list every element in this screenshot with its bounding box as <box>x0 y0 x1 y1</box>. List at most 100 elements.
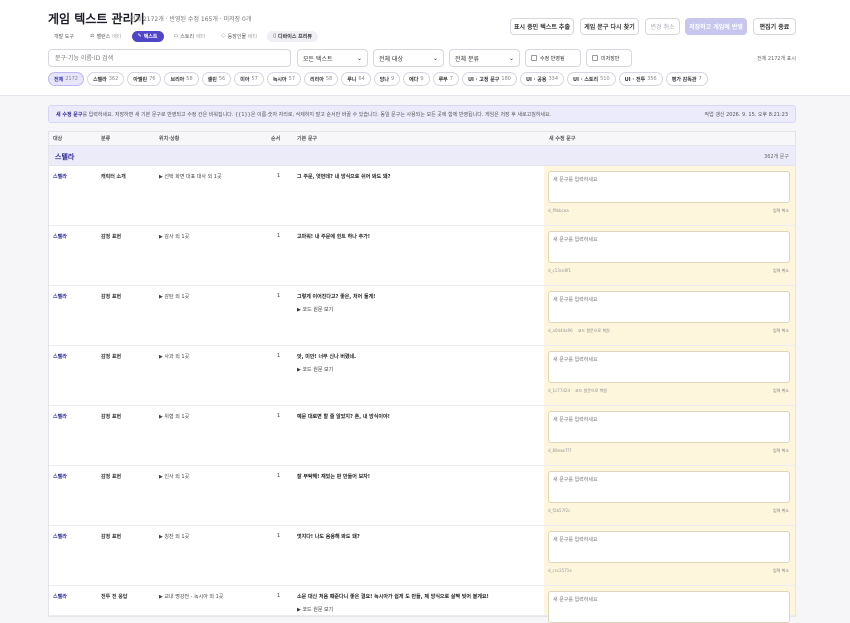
extract-text-button[interactable]: 표시 중인 텍스트 추출 <box>510 18 574 35</box>
chip-count: 56 <box>218 76 226 82</box>
text-id: d_f2b57f2c <box>548 508 571 513</box>
tab-characters[interactable]: ◌ 등장인물 베타 <box>215 31 263 42</box>
row-base-text: 앗, 미안! 너무 신나 버렸네. <box>297 354 357 360</box>
chip-rumu[interactable]: 루무 7 <box>432 72 459 86</box>
row-category: 감정 표현 <box>101 354 122 360</box>
row-target: 스텔라 <box>53 594 67 600</box>
new-text-input[interactable] <box>548 171 790 203</box>
chip-bria[interactable]: 브리아 58 <box>164 72 199 86</box>
reload-text-button[interactable]: 게임 문구 다시 찾기 <box>580 18 639 35</box>
row-target: 스텔라 <box>53 414 67 420</box>
chip-all[interactable]: 전체 2172 <box>48 72 84 86</box>
row-order: 1 <box>277 473 281 479</box>
tab-device-preview-label: 디바이스 프리뷰 <box>278 33 312 40</box>
unsaved-filter-checkbox[interactable]: 미저장만 <box>586 49 632 67</box>
chip-runi[interactable]: 루니 64 <box>341 72 371 86</box>
show-source-toggle[interactable]: ▶ 코드 원문 보기 <box>297 366 333 373</box>
table-row: 스텔라 감정 표현 ▶ 사과 외 1곳 1 앗, 미안! 너무 신나 버렸네. … <box>49 346 795 406</box>
chip-stella[interactable]: 스텔라 362 <box>86 72 125 86</box>
chip-ui-common[interactable]: UI · 공용 334 <box>519 72 565 86</box>
chip-liria[interactable]: 리리아 58 <box>304 72 339 86</box>
row-location[interactable]: ▶ 칭찬 외 1곳 <box>159 533 189 540</box>
chip-noxia[interactable]: 녹시아 57 <box>266 72 302 86</box>
row-location[interactable]: ▶ 교내 명강전 - 녹시아 외 1곳 <box>159 593 223 600</box>
col-target: 대상 <box>53 136 63 142</box>
row-location[interactable]: ▶ 감사 외 1곳 <box>159 233 189 240</box>
edit-cell: d_c13ce8f1 입력 취소 <box>544 226 795 285</box>
new-text-input[interactable] <box>548 471 790 503</box>
col-base-text: 기본 문구 <box>297 136 318 142</box>
chip-amelin[interactable]: 아멜린 76 <box>127 72 162 86</box>
chip-mangna[interactable]: 망나 9 <box>373 72 401 86</box>
text-id: d_88eae7f7 <box>548 448 572 453</box>
new-text-input[interactable] <box>548 291 790 323</box>
row-category: 감정 표현 <box>101 534 122 540</box>
edit-cell: d_1c77d2d 코드 원문으로 복원 입력 취소 <box>544 346 795 405</box>
chip-count: 356 <box>647 76 657 82</box>
text-type-select[interactable]: 모든 텍스트 ⌄ <box>297 49 368 67</box>
chip-count: 9 <box>390 76 395 82</box>
text-id: d_ccc2571e <box>548 568 572 573</box>
chip-count: 2172 <box>65 76 78 82</box>
pencil-icon: ✎ <box>137 33 142 39</box>
row-category: 감정 표현 <box>101 414 122 420</box>
show-source-toggle[interactable]: ▶ 코드 원문 보기 <box>297 606 333 613</box>
row-target: 스텔라 <box>53 354 67 360</box>
new-text-input[interactable] <box>548 231 790 263</box>
applied-filter-checkbox[interactable]: 수정 반영됨 <box>525 49 581 67</box>
table-row: 스텔라 전투 전 응답 ▶ 교내 명강전 - 녹시아 외 1곳 1 소문 대신 … <box>49 586 795 623</box>
cancel-input-button[interactable]: 입력 취소 <box>773 568 789 574</box>
text-id: d_a0444a96 코드 원문으로 복원 <box>548 328 610 334</box>
target-select-value: 전체 대상 <box>379 55 403 63</box>
row-location[interactable]: ▶ 인사 외 1곳 <box>159 473 189 480</box>
category-select[interactable]: 전체 분류 ⌄ <box>449 49 520 67</box>
tab-balance[interactable]: ⚖ 밸런스 베타 <box>84 31 128 42</box>
text-id: d_f9bbcea <box>548 208 569 213</box>
row-location[interactable]: ▶ 사과 외 1곳 <box>159 353 189 360</box>
chip-count: 58 <box>186 76 193 82</box>
row-target: 스텔라 <box>53 534 67 540</box>
row-base-text: 그렇게 이어진다고? 좋은, 저어 둘게! <box>297 294 376 300</box>
restore-source-link[interactable]: 코드 원문으로 복원 <box>575 388 607 393</box>
cancel-input-button[interactable]: 입력 취소 <box>773 328 789 334</box>
table-row: 스텔라 감정 표현 ▶ 위협 외 1곳 1 예문 대로면 할 줄 알았지? 흔,… <box>49 406 795 466</box>
new-text-input[interactable] <box>548 411 790 443</box>
row-location[interactable]: ▶ 감탄 외 1곳 <box>159 293 189 300</box>
new-text-input[interactable] <box>548 531 790 563</box>
tab-story[interactable]: ▭ 스토리 베타 <box>168 31 212 42</box>
show-source-toggle[interactable]: ▶ 코드 원문 보기 <box>297 306 333 313</box>
chip-mia[interactable]: 미아 57 <box>234 72 264 86</box>
cancel-input-button[interactable]: 입력 취소 <box>773 208 789 214</box>
category-chips: 전체 2172 스텔라 362 아멜린 76 브리아 58 셀린 56 미아 57 녹시아 5… <box>48 72 708 86</box>
new-text-input[interactable] <box>548 351 790 383</box>
cancel-input-button[interactable]: 입력 취소 <box>773 448 789 454</box>
cancel-input-button[interactable]: 입력 취소 <box>773 508 789 514</box>
group-header[interactable]: 스텔라 362개 문구 <box>49 146 795 166</box>
save-apply-button[interactable]: 저장하고 게임에 반영 <box>685 18 747 35</box>
target-select[interactable]: 전체 대상 ⌄ <box>373 49 444 67</box>
chip-ui-story[interactable]: UI · 스토리 510 <box>567 72 616 86</box>
restore-source-link[interactable]: 코드 원문으로 복원 <box>578 328 610 333</box>
chip-eda[interactable]: 에다 9 <box>403 72 430 86</box>
chip-ui-fixed[interactable]: UI · 고정 문구 180 <box>461 72 517 86</box>
row-location[interactable]: ▶ 위협 외 1곳 <box>159 413 189 420</box>
row-location[interactable]: ▶ 선택 화면 대표 대사 외 1곳 <box>159 173 222 180</box>
new-text-input[interactable] <box>548 591 790 623</box>
text-id-value: d_1c77d2d <box>548 388 570 393</box>
tab-device-preview[interactable]: ▯ 디바이스 프리뷰 <box>267 30 318 42</box>
chip-ui-battle[interactable]: UI · 전투 356 <box>618 72 663 86</box>
cancel-input-button[interactable]: 입력 취소 <box>773 268 789 274</box>
chip-label: 셀린 <box>207 76 217 83</box>
search-input[interactable] <box>48 49 291 67</box>
tab-text[interactable]: ✎ 텍스트 <box>131 30 164 42</box>
chip-label: 아멜린 <box>133 76 148 83</box>
chip-evaluator[interactable]: 평가 감독관 7 <box>665 72 708 86</box>
checkbox-icon <box>531 55 537 61</box>
chip-celine[interactable]: 셀린 56 <box>201 72 232 86</box>
exit-editor-button[interactable]: 편집기 종료 <box>753 18 796 35</box>
chip-label: 평가 감독관 <box>671 76 697 83</box>
row-base-text: 멋지다! 나도 음용해 봐도 돼? <box>297 534 360 540</box>
chip-label: 브리아 <box>170 76 185 83</box>
cancel-input-button[interactable]: 입력 취소 <box>773 388 789 394</box>
revert-button[interactable]: 변경 취소 <box>645 18 680 35</box>
